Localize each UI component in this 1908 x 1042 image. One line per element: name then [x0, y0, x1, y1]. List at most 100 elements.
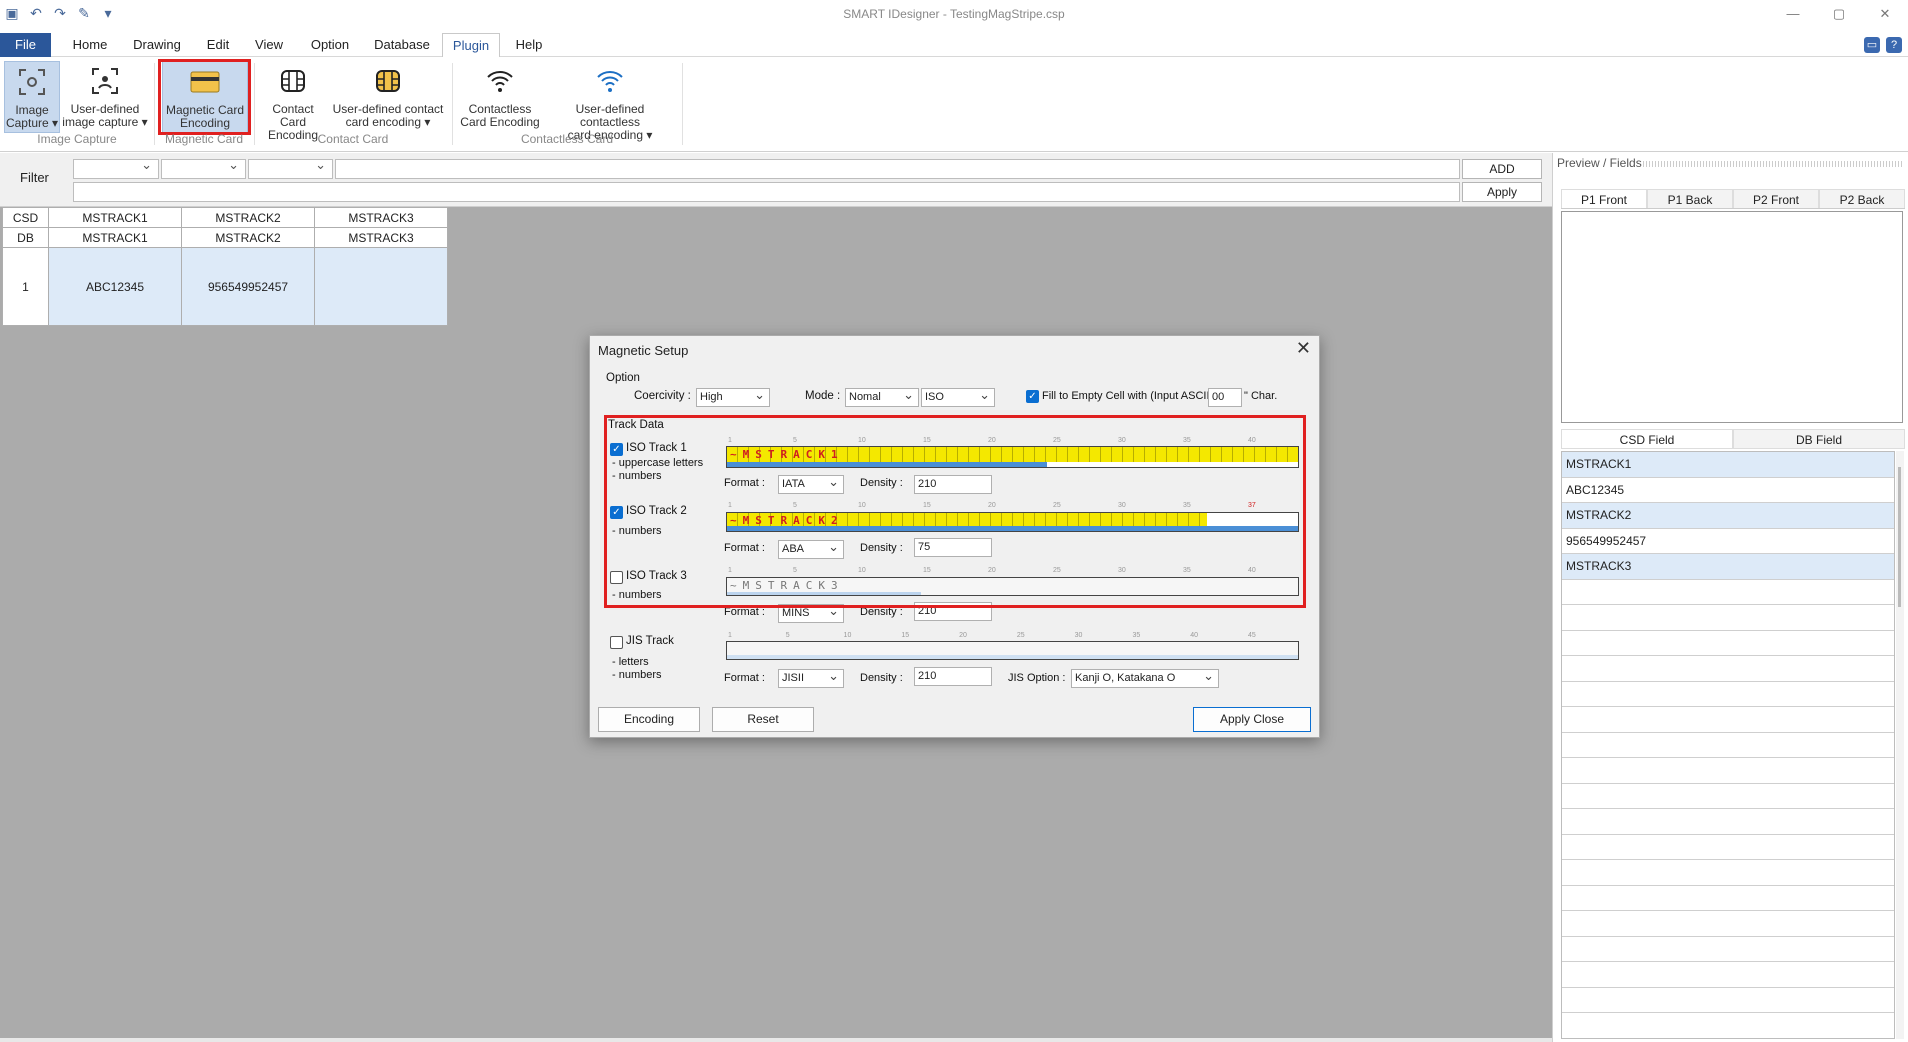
group-label-contact-card: Contact Card: [317, 132, 389, 146]
minimize-button[interactable]: —: [1770, 0, 1816, 28]
preview-canvas[interactable]: [1561, 211, 1903, 423]
jis-track-label: JIS Track: [626, 635, 674, 647]
jis-option-label: JIS Option :: [1008, 672, 1066, 684]
coercivity-select[interactable]: High: [696, 386, 770, 407]
filter-text-input[interactable]: [335, 159, 1460, 179]
table-row: 1 ABC12345 956549952457: [2, 247, 448, 326]
group-label-contactless-card: Contactless Card: [520, 132, 614, 146]
image-capture-button[interactable]: Image Capture ▾: [4, 61, 60, 133]
title-bar: ▣ ↶ ↷ ✎ ▾ SMART IDesigner - TestingMagSt…: [0, 0, 1908, 28]
filter-bar: Filter ADD Apply: [0, 153, 1552, 207]
jis-format-select[interactable]: JISII: [778, 667, 844, 688]
tab-p1-back[interactable]: P1 Back: [1647, 189, 1733, 208]
ruler-tick-label: 10: [843, 632, 852, 639]
user-contactless-icon: [592, 63, 628, 99]
filter-label: Filter: [20, 170, 49, 185]
tab-option[interactable]: Option: [304, 33, 356, 57]
coercivity-label: Coercivity :: [634, 390, 691, 402]
tab-edit[interactable]: Edit: [198, 33, 238, 57]
data-grid: CSD MSTRACK1 MSTRACK2 MSTRACK3 DB MSTRAC…: [2, 207, 448, 326]
preview-fields-panel: Preview / Fields P1 Front P1 Back P2 Fro…: [1552, 153, 1908, 1042]
group-label-image-capture: Image Capture: [37, 132, 117, 146]
fill-empty-checkbox[interactable]: ✓: [1026, 390, 1039, 403]
jis-option-select[interactable]: Kanji O, Katakana O: [1071, 667, 1219, 688]
help-icon[interactable]: ?: [1886, 37, 1902, 53]
preview-tabs: P1 Front P1 Back P2 Front P2 Back: [1561, 189, 1905, 209]
highlight-magnetic-card: [158, 59, 251, 135]
maximize-button[interactable]: ▢: [1816, 0, 1862, 28]
tab-home[interactable]: Home: [64, 33, 116, 57]
fill-ascii-input[interactable]: 00: [1208, 388, 1242, 407]
list-item[interactable]: ABC12345: [1562, 478, 1894, 503]
window-mode-icon[interactable]: ▭: [1864, 37, 1880, 53]
group-label-magnetic-card: Magnetic Card: [164, 132, 244, 146]
add-button[interactable]: ADD: [1462, 159, 1542, 179]
filter-combo-2[interactable]: [161, 157, 246, 179]
user-image-capture-icon: [87, 63, 123, 99]
ruler-tick-label: 5: [785, 632, 790, 639]
table-row: CSD MSTRACK1 MSTRACK2 MSTRACK3: [2, 207, 448, 228]
ruler-tick-label: 25: [1016, 632, 1025, 639]
option-label: Option: [606, 372, 640, 384]
user-contactless-card-encoding-button[interactable]: User-defined contactless card encoding ▾: [544, 61, 676, 142]
tab-plugin[interactable]: Plugin: [442, 33, 500, 58]
fill-empty-label: Fill to Empty Cell with (Input ASCII): [1042, 390, 1214, 402]
ruler-tick-label: 45: [1248, 632, 1256, 639]
tab-db-field[interactable]: DB Field: [1733, 429, 1905, 449]
apply-button[interactable]: Apply: [1462, 182, 1542, 202]
contactless-icon: [482, 63, 518, 99]
ribbon: Image Capture ▾ User-defined image captu…: [0, 57, 1908, 152]
jis-data-bar[interactable]: [726, 641, 1299, 660]
tab-view[interactable]: View: [248, 33, 290, 57]
close-button[interactable]: ✕: [1862, 0, 1908, 28]
mode-label: Mode :: [805, 390, 841, 402]
list-item[interactable]: 956549952457: [1562, 529, 1894, 554]
ruler-tick-label: 1: [728, 632, 732, 639]
standard-select[interactable]: ISO: [921, 386, 995, 407]
menu-bar: File Home Drawing Edit View Option Datab…: [0, 33, 1908, 58]
user-contact-card-encoding-button[interactable]: User-defined contact card encoding ▾: [330, 61, 446, 133]
user-image-capture-button[interactable]: User-defined image capture ▾: [62, 61, 148, 133]
filter-combo-3[interactable]: [248, 157, 333, 179]
apply-close-button[interactable]: Apply Close: [1193, 707, 1311, 732]
jis-track-checkbox[interactable]: [610, 636, 623, 649]
user-contact-card-icon: [370, 63, 406, 99]
tab-p2-front[interactable]: P2 Front: [1733, 189, 1819, 208]
list-item[interactable]: MSTRACK3: [1562, 554, 1894, 580]
filter-expression-input[interactable]: [73, 182, 1460, 202]
contactless-card-encoding-button[interactable]: Contactless Card Encoding: [458, 61, 542, 133]
window-title: SMART IDesigner - TestingMagStripe.csp: [843, 7, 1065, 21]
dialog-close-icon[interactable]: ✕: [1296, 338, 1311, 359]
field-list: MSTRACK1 ABC12345 MSTRACK2 956549952457 …: [1561, 451, 1895, 1039]
tab-csd-field[interactable]: CSD Field: [1561, 429, 1733, 449]
mode-select[interactable]: Nomal: [845, 386, 919, 407]
jis-density-input[interactable]: 210: [914, 667, 992, 686]
dialog-title: Magnetic Setup: [598, 343, 689, 358]
reset-button[interactable]: Reset: [712, 707, 814, 732]
contact-card-encoding-button[interactable]: Contact Card Encoding: [258, 61, 328, 142]
filter-combo-1[interactable]: [73, 157, 159, 179]
image-capture-icon: [14, 64, 50, 100]
ruler-tick-label: 40: [1190, 632, 1199, 639]
tab-p1-front[interactable]: P1 Front: [1561, 189, 1647, 208]
tab-database[interactable]: Database: [370, 33, 434, 57]
char-label: " Char.: [1244, 390, 1278, 402]
contact-card-icon: [275, 63, 311, 99]
highlight-track-data: [604, 415, 1306, 608]
list-item[interactable]: [1562, 580, 1894, 605]
panel-header: Preview / Fields: [1557, 156, 1642, 170]
ruler-tick-label: 30: [1074, 632, 1083, 639]
list-item[interactable]: MSTRACK1: [1562, 452, 1894, 478]
magnetic-setup-dialog: Magnetic Setup ✕ Option Coercivity : Hig…: [589, 335, 1320, 738]
ruler-tick-label: 20: [959, 632, 967, 639]
list-item[interactable]: MSTRACK2: [1562, 503, 1894, 529]
ruler-tick-label: 35: [1132, 632, 1141, 639]
encoding-button[interactable]: Encoding: [598, 707, 700, 732]
field-list-scrollbar[interactable]: [1896, 451, 1904, 1039]
tab-file[interactable]: File: [0, 33, 51, 57]
tab-help[interactable]: Help: [512, 33, 546, 57]
ruler-tick-label: 15: [901, 632, 910, 639]
field-tabs: CSD Field DB Field: [1561, 429, 1905, 449]
tab-p2-back[interactable]: P2 Back: [1819, 189, 1905, 208]
tab-drawing[interactable]: Drawing: [126, 33, 188, 57]
